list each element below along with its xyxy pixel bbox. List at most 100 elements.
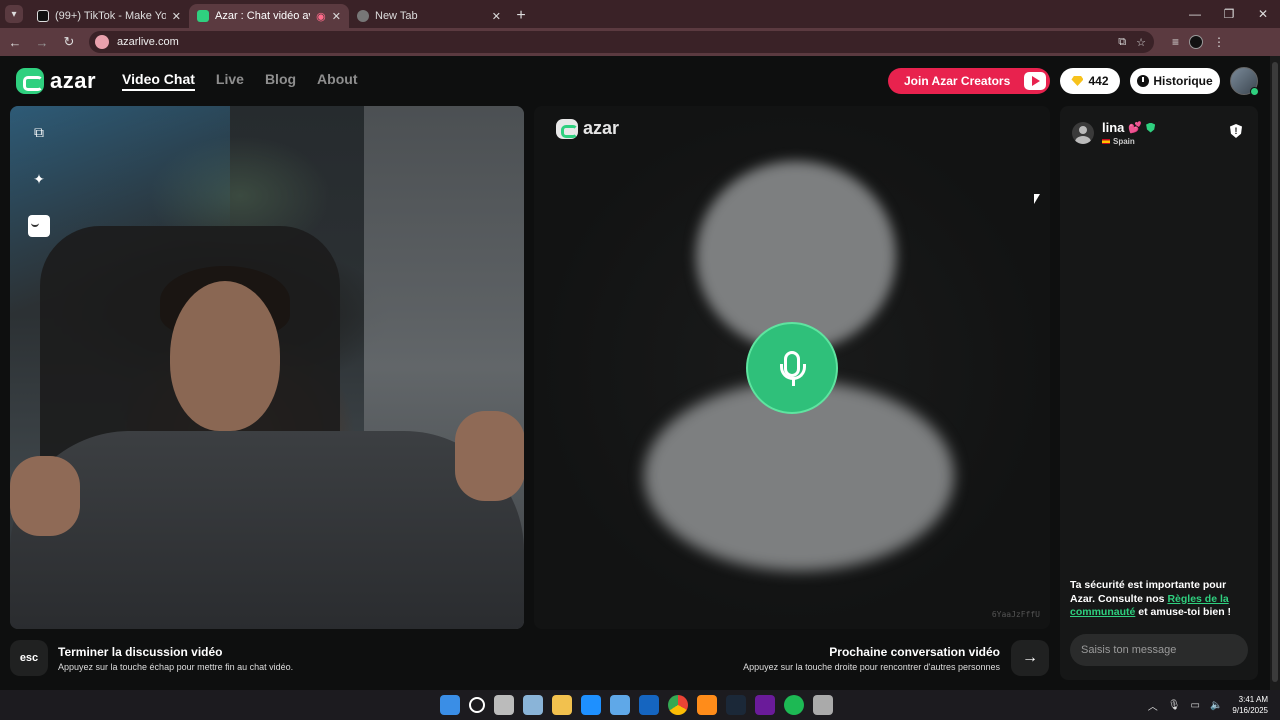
tab-tiktok[interactable]: (99+) TikTok - Make Your Day ✕ [29,4,189,28]
outlook-icon[interactable] [639,695,659,715]
close-tab-icon[interactable]: ✕ [332,10,341,23]
spotify-icon[interactable] [784,695,804,715]
install-app-icon[interactable]: ⧉ [1118,36,1126,49]
tab-azar[interactable]: Azar : Chat vidéo avec de n ◉ ✕ [189,4,349,28]
steam-icon[interactable] [726,695,746,715]
safety-notice: Ta sécurité est importante pour Azar. Co… [1070,579,1252,620]
nav-video-chat[interactable]: Video Chat [122,71,195,91]
page-scrollbar[interactable] [1270,56,1280,690]
nav-about[interactable]: About [317,71,357,91]
partner-info: lina 💕 Spain [1072,120,1156,146]
recording-icon: ◉ [316,10,326,23]
address-bar[interactable]: azarlive.com ⧉ ☆ [89,31,1154,53]
gems-button[interactable]: 442 [1060,68,1120,94]
restore-icon[interactable]: ❐ [1212,7,1246,21]
history-label: Historique [1153,74,1213,88]
chat-panel: lina 💕 Spain ! Ta sécurité est important… [1060,106,1258,680]
app-icon[interactable] [697,695,717,715]
tab-title: New Tab [375,10,418,22]
bookmark-star-icon[interactable]: ☆ [1136,36,1146,49]
task-view-icon[interactable] [494,695,514,715]
online-status-icon [1250,87,1259,96]
forward-icon[interactable]: → [30,35,54,50]
new-tab-button[interactable]: + [509,4,533,28]
spain-flag-icon [1102,139,1110,144]
edge-icon[interactable] [581,695,601,715]
azar-logo[interactable]: azar [16,68,96,94]
media-control-icon[interactable]: ≡ [1172,35,1179,49]
user-avatar[interactable] [1230,67,1259,96]
partner-video: azar 6YaaJzFffU [534,106,1050,629]
mouse-cursor-icon [1034,194,1040,204]
globe-icon [357,10,369,22]
azar-watermark: azar [551,118,619,139]
file-explorer-icon[interactable] [552,695,572,715]
microphone-button[interactable] [746,322,838,414]
message-input[interactable] [1070,634,1248,666]
reload-icon[interactable]: ↻ [57,34,81,50]
volume-icon[interactable]: 🔈 [1210,700,1222,711]
settings-icon[interactable] [523,695,543,715]
verified-icon [1146,122,1156,133]
site-header: azar Video Chat Live Blog About Join Aza… [0,56,1270,106]
store-icon[interactable] [610,695,630,715]
clock-icon [1137,75,1150,87]
microphone-tray-icon[interactable]: 🎙 [1168,700,1181,711]
chrome-icon[interactable] [668,695,688,715]
play-icon [1024,72,1046,90]
join-creators-button[interactable]: Join Azar Creators [888,68,1050,94]
tray-chevron-icon[interactable]: ︿ [1148,698,1158,713]
next-chat-button[interactable]: → [1011,640,1049,676]
nav-live[interactable]: Live [216,71,244,91]
partner-name: lina [1102,120,1125,135]
clock-date: 9/16/2025 [1232,706,1268,715]
clock[interactable]: 3:41 AM 9/16/2025 [1232,694,1268,716]
tab-new-tab[interactable]: New Tab ✕ [349,4,509,28]
watermark-text: azar [583,118,620,138]
clock-time: 3:41 AM [1238,695,1268,704]
browser-menu-icon[interactable]: ⋮ [1213,35,1225,49]
person-shirt [10,431,524,629]
tab-search-button[interactable]: ▾ [5,5,23,23]
heart-icon: 💕 [1128,122,1143,134]
end-chat-hint: Appuyez sur la touche échap pour mettre … [58,662,294,672]
window-controls: — ❐ ✕ [1178,0,1280,28]
profile-avatar[interactable] [1189,35,1204,49]
azar-page: azar Video Chat Live Blog About Join Aza… [0,56,1280,690]
close-tab-icon[interactable]: ✕ [172,10,181,23]
network-icon[interactable]: ▭ [1191,700,1200,711]
azar-favicon-icon [197,10,209,22]
face-filter-icon[interactable] [28,215,50,237]
site-info-icon[interactable] [95,35,109,49]
report-shield-icon[interactable]: ! [1230,124,1242,138]
taskbar-apps [440,695,833,715]
next-app-icon[interactable] [755,695,775,715]
end-chat-button[interactable]: esc [10,640,48,676]
tab-strip: ▾ (99+) TikTok - Make Your Day ✕ Azar : … [0,0,1280,28]
back-icon[interactable]: ← [3,35,27,50]
partner-id: 6YaaJzFffU [991,610,1040,619]
end-chat-title: Terminer la discussion vidéo [58,645,223,659]
history-button[interactable]: Historique [1130,68,1220,94]
azar-logo-icon [16,68,44,94]
minimize-icon[interactable]: — [1178,7,1212,21]
start-icon[interactable] [440,695,460,715]
partner-avatar[interactable] [1072,122,1094,144]
next-chat-hint: Appuyez sur la touche droite pour rencon… [743,662,1000,672]
search-icon[interactable] [469,697,485,713]
swap-view-icon[interactable]: ⧉ [28,121,50,143]
close-window-icon[interactable]: ✕ [1246,7,1280,21]
tab-title: Azar : Chat vidéo avec de n [215,10,310,22]
app-icon[interactable] [813,695,833,715]
system-tray: ︿ 🎙 ▭ 🔈 3:41 AM 9/16/2025 [1148,694,1268,716]
logo-text: azar [50,68,97,93]
close-tab-icon[interactable]: ✕ [492,10,501,23]
nav-blog[interactable]: Blog [265,71,296,91]
browser-toolbar: ← → ↻ azarlive.com ⧉ ☆ ≡ ⋮ [0,28,1280,56]
gem-icon [1071,76,1084,86]
main-nav: Video Chat Live Blog About [122,71,357,91]
safety-text-2: et amuse-toi bien ! [1135,606,1232,618]
windows-taskbar: ︿ 🎙 ▭ 🔈 3:41 AM 9/16/2025 [0,690,1280,720]
azar-logo-icon [556,118,578,139]
sparkle-effects-icon[interactable]: ✦ [28,168,50,190]
